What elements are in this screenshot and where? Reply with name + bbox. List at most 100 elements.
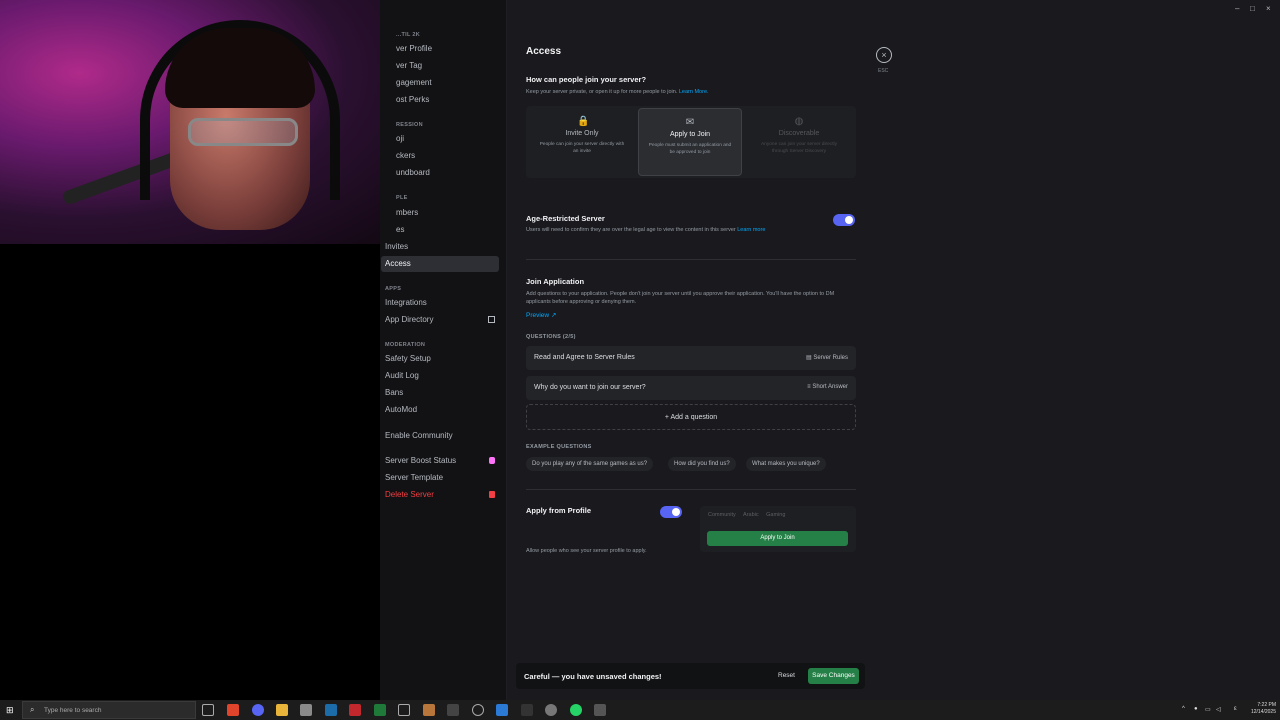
apply-to-join-button[interactable]: Apply to Join: [707, 531, 848, 546]
globe-icon: ◍: [794, 116, 804, 127]
sidebar-item-server-boost-status[interactable]: Server Boost Status: [385, 453, 499, 469]
app-icon[interactable]: [594, 704, 606, 716]
option-description: Anyone can join your server directly thr…: [761, 142, 837, 154]
brave-icon[interactable]: [227, 704, 239, 716]
age-restricted-text: Users will need to confirm they are over…: [526, 227, 736, 233]
sidebar-item-automod[interactable]: AutoMod: [385, 402, 499, 418]
age-learn-more-link[interactable]: Learn more: [737, 227, 765, 233]
preview-label: Preview: [526, 312, 550, 319]
question-type-label: Server Rules: [813, 355, 848, 361]
app-icon[interactable]: [447, 704, 459, 716]
join-application-description: Add questions to your application. Peopl…: [526, 291, 835, 305]
sidebar-item-delete-server[interactable]: Delete Server: [385, 487, 499, 503]
app-icon[interactable]: [521, 704, 533, 716]
sidebar-item-stickers[interactable]: ckers: [396, 148, 510, 164]
divider: [526, 489, 856, 490]
sidebar-item-server-profile[interactable]: ver Profile: [396, 41, 510, 57]
xbox-icon[interactable]: [374, 704, 386, 716]
unsaved-message: Careful — you have unsaved changes!: [524, 672, 662, 681]
app-icon[interactable]: [398, 704, 410, 716]
language-icon[interactable]: ε: [1234, 706, 1237, 712]
unsaved-changes-bar: Careful — you have unsaved changes! Rese…: [516, 663, 865, 689]
maximize-button[interactable]: □: [1250, 4, 1255, 13]
question-type: ▤ Server Rules: [806, 354, 848, 361]
sidebar-item-access[interactable]: Access: [381, 256, 499, 272]
sidebar-item-safety-setup[interactable]: Safety Setup: [385, 351, 499, 367]
folder-icon[interactable]: [276, 704, 288, 716]
save-changes-button[interactable]: Save Changes: [808, 668, 859, 684]
glasses: [188, 118, 298, 146]
sidebar-section-head: ...TIL 2K: [396, 32, 420, 38]
app-icon[interactable]: [496, 704, 508, 716]
apply-from-profile-toggle[interactable]: [660, 506, 682, 518]
microphone-icon[interactable]: ●: [1194, 706, 1198, 712]
question-type-label: Short Answer: [812, 384, 848, 390]
sidebar-item-audit-log[interactable]: Audit Log: [385, 368, 499, 384]
sidebar-section-people: PLE: [396, 195, 408, 201]
option-apply-to-join[interactable]: ✉ Apply to Join People must submit an ap…: [638, 108, 742, 176]
question-row[interactable]: Read and Agree to Server Rules ▤ Server …: [526, 346, 856, 370]
option-invite-only[interactable]: 🔒 Invite Only People can join your serve…: [530, 108, 634, 176]
whatsapp-icon[interactable]: [570, 704, 582, 716]
question-text: Why do you want to join our server?: [534, 384, 646, 391]
close-window-button[interactable]: ×: [1266, 4, 1271, 13]
sidebar-item-server-template[interactable]: Server Template: [385, 470, 499, 486]
join-application-heading: Join Application: [526, 277, 585, 286]
sidebar-item-engagement[interactable]: gagement: [396, 75, 510, 91]
volume-icon[interactable]: ◁: [1216, 706, 1221, 713]
sidebar-item-integrations[interactable]: Integrations: [385, 295, 499, 311]
app-icon[interactable]: [545, 704, 557, 716]
esc-label: ESC: [878, 68, 889, 74]
question-row[interactable]: Why do you want to join our server? ≡ Sh…: [526, 376, 856, 400]
webcam-overlay: [0, 0, 396, 244]
sidebar-item-invites[interactable]: Invites: [385, 239, 499, 255]
question-text: Read and Agree to Server Rules: [534, 354, 635, 361]
settings-sidebar: ...TIL 2K ver Profile ver Tag gagement o…: [380, 0, 506, 700]
age-restricted-toggle[interactable]: [833, 214, 855, 226]
windows-start-icon[interactable]: ⊞: [6, 705, 16, 715]
minimize-button[interactable]: –: [1235, 4, 1239, 13]
network-icon[interactable]: ▭: [1205, 706, 1211, 713]
app-icon[interactable]: [472, 704, 484, 716]
steam-icon[interactable]: [325, 704, 337, 716]
clock-date: 12/14/2025: [1250, 709, 1276, 715]
settings-content: – □ × Access × ESC How can people join y…: [507, 0, 1280, 700]
age-restricted-description: Users will need to confirm they are over…: [526, 226, 806, 234]
example-question-chip[interactable]: How did you find us?: [668, 457, 736, 471]
join-description-text: Keep your server private, or open it up …: [526, 89, 678, 95]
sidebar-item-enable-community[interactable]: Enable Community: [385, 428, 499, 444]
taskbar-clock[interactable]: 7:22 PM 12/14/2025: [1251, 702, 1276, 716]
discord-icon[interactable]: [252, 704, 264, 716]
learn-more-link[interactable]: Learn More.: [679, 89, 709, 95]
sidebar-item-boost-perks[interactable]: ost Perks: [396, 92, 510, 108]
option-discoverable[interactable]: ◍ Discoverable Anyone can join your serv…: [747, 108, 851, 176]
example-questions-label: EXAMPLE QUESTIONS: [526, 444, 592, 450]
task-view-icon[interactable]: [202, 704, 214, 716]
close-icon[interactable]: ×: [876, 47, 892, 63]
example-question-chip[interactable]: Do you play any of the same games as us?: [526, 457, 654, 471]
sidebar-item-members[interactable]: mbers: [396, 205, 510, 221]
taskbar-search[interactable]: ⌕ Type here to search: [22, 701, 196, 719]
add-question-button[interactable]: + Add a question: [526, 404, 856, 430]
sidebar-item-label: Server Boost Status: [385, 456, 457, 465]
clock-time: 7:22 PM: [1257, 702, 1276, 708]
sidebar-item-app-directory[interactable]: App Directory: [385, 312, 499, 328]
search-icon: ⌕: [30, 705, 35, 714]
app-icon[interactable]: [423, 704, 435, 716]
sidebar-item-roles[interactable]: es: [396, 222, 510, 238]
page-title: Access: [526, 46, 562, 57]
profile-preview-card: Community Arabic Gaming Apply to Join: [700, 506, 856, 552]
option-name: Invite Only: [565, 130, 599, 137]
preview-link[interactable]: Preview ↗: [526, 312, 556, 320]
store-icon[interactable]: [300, 704, 312, 716]
sidebar-item-bans[interactable]: Bans: [385, 385, 499, 401]
search-placeholder: Type here to search: [44, 707, 102, 714]
sidebar-item-soundboard[interactable]: undboard: [396, 165, 510, 181]
example-question-chip[interactable]: What makes you unique?: [746, 457, 826, 471]
sidebar-item-emoji[interactable]: oji: [396, 131, 510, 147]
boost-icon: [489, 457, 495, 464]
tray-chevron-icon[interactable]: ^: [1182, 706, 1185, 712]
sidebar-item-server-tag[interactable]: ver Tag: [396, 58, 510, 74]
app-icon[interactable]: [349, 704, 361, 716]
reset-button[interactable]: Reset: [778, 672, 795, 679]
